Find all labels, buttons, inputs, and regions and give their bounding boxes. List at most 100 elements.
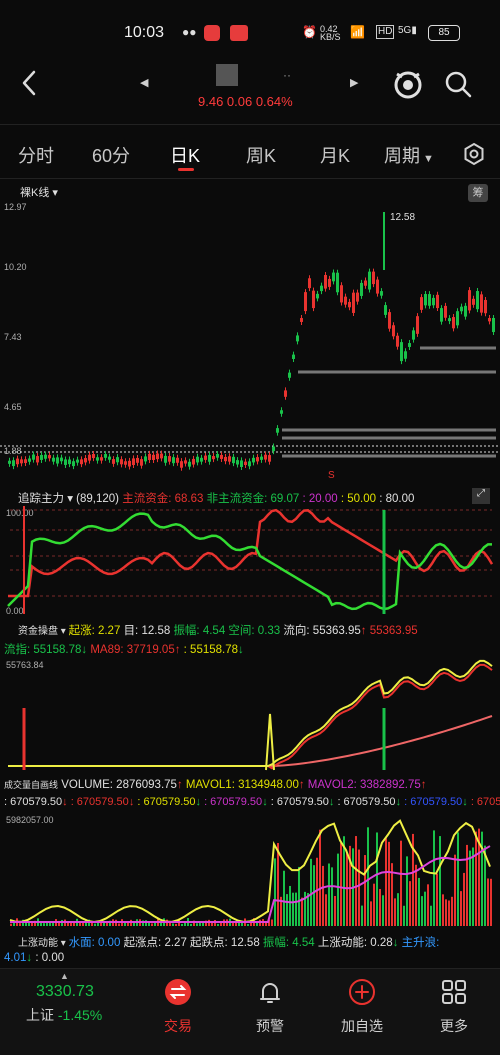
- volume-bar: [94, 923, 96, 926]
- tab-daily[interactable]: 日K: [170, 142, 200, 168]
- candle-body: [104, 454, 107, 458]
- volume-bar: [319, 829, 321, 926]
- owl-icon[interactable]: [392, 68, 424, 100]
- candle-body: [212, 456, 215, 460]
- index-pct: -1.45%: [57, 1007, 103, 1023]
- volume-bar: [247, 923, 249, 926]
- candle-body: [20, 459, 23, 464]
- more-button[interactable]: 更多: [424, 977, 484, 1036]
- ind1-chart[interactable]: [0, 506, 500, 618]
- candle-body: [468, 290, 471, 311]
- candle-body: [360, 282, 363, 296]
- candle-body: [148, 453, 151, 460]
- volume-bar: [340, 842, 342, 926]
- ind2-flow-line: [8, 663, 493, 770]
- candle-body: [8, 460, 11, 464]
- volume-bar: [325, 894, 327, 926]
- candle-body: [28, 458, 31, 462]
- candle-body: [56, 457, 59, 464]
- index-name-line[interactable]: 上证 -1.45%: [26, 1005, 102, 1025]
- alarm-icon: ⏰: [302, 25, 317, 39]
- add-watchlist-button[interactable]: 加自选: [332, 977, 392, 1036]
- back-arrow-icon[interactable]: [16, 68, 46, 98]
- volume-bar: [154, 922, 156, 926]
- ind3-v4: : 670579.50: [204, 796, 263, 808]
- alert-button[interactable]: 预警: [240, 977, 300, 1036]
- ind2-flow2: 55363.95: [369, 625, 418, 637]
- volume-bar: [442, 894, 444, 926]
- ind3-line1: 成交量自画线 VOLUME: 2876093.75↑ MAVOL1: 31349…: [4, 779, 427, 791]
- volume-bar: [457, 832, 459, 926]
- candle-body: [116, 457, 119, 463]
- candle-body: [412, 330, 415, 340]
- kline-mode-label[interactable]: 裸K线 ▾: [20, 184, 58, 200]
- tab-monthly[interactable]: 月K: [320, 142, 350, 168]
- add-watchlist-label: 加自选: [341, 1018, 383, 1034]
- volume-bar: [124, 922, 126, 926]
- candle-body: [472, 298, 475, 305]
- ind2-ma89: MA89: 37719.05: [90, 644, 175, 656]
- tab-weekly[interactable]: 周K: [246, 142, 276, 168]
- index-value[interactable]: 3330.73: [36, 983, 94, 1001]
- volume-bar: [67, 922, 69, 926]
- candle-body: [416, 316, 419, 334]
- volume-bar: [430, 905, 432, 926]
- candle-body: [240, 460, 243, 468]
- candle-body: [284, 390, 287, 397]
- volume-bar: [184, 922, 186, 926]
- ind1-v3: : 80.00: [379, 493, 415, 505]
- volume-bar: [328, 863, 330, 926]
- candle-body: [388, 312, 391, 329]
- search-icon[interactable]: [444, 70, 472, 98]
- trade-button[interactable]: 交易: [148, 977, 208, 1036]
- candle-body: [408, 343, 411, 347]
- ind3-v6: : 670579.50: [337, 796, 396, 808]
- volume-bar: [292, 892, 294, 926]
- app2-icon: [230, 25, 248, 41]
- volume-bar: [310, 858, 312, 926]
- prev-stock-icon[interactable]: ◀: [140, 76, 148, 89]
- ind3-v3: : 670579.50: [137, 796, 196, 808]
- settings-icon[interactable]: [462, 142, 486, 166]
- stock-subtitle: ··: [283, 68, 291, 82]
- candle-body: [460, 306, 463, 312]
- volume-bar: [370, 901, 372, 926]
- candle-body: [76, 459, 79, 463]
- tab-60min[interactable]: 60分: [92, 142, 130, 168]
- candle-body: [448, 318, 451, 322]
- candle-body: [444, 305, 447, 318]
- volume-bar: [454, 854, 456, 926]
- ind3-chart[interactable]: [0, 814, 500, 930]
- ind2-chart[interactable]: [0, 658, 500, 774]
- ind4-line1: 上涨动能 ▾ 水面: 0.00 起涨点: 2.27 起跌点: 12.58 振幅:…: [18, 937, 440, 949]
- expand-icon[interactable]: ⤢: [472, 488, 490, 504]
- candle-body: [84, 458, 87, 463]
- candle-body: [328, 278, 331, 287]
- tab-period[interactable]: 周期 ▼: [384, 142, 434, 168]
- candle-body: [132, 458, 135, 466]
- candle-body: [48, 455, 51, 459]
- ind4-water: 水面: 0.00: [68, 937, 121, 949]
- candle-body: [376, 279, 379, 294]
- ind4-name: 上涨动能: [18, 938, 58, 949]
- volume-bar: [298, 866, 300, 926]
- candle-body: [292, 354, 295, 359]
- candle-body: [260, 456, 263, 460]
- volume-bar: [436, 873, 438, 926]
- caret-up-icon: ▲: [60, 971, 69, 981]
- candle-body: [280, 410, 283, 414]
- tab-intraday[interactable]: 分时: [18, 142, 54, 168]
- hd-icon: HD: [376, 25, 395, 39]
- volume-bar: [373, 883, 375, 926]
- candle-body: [276, 428, 279, 433]
- kline-mode-text: 裸K线: [20, 187, 50, 199]
- candle-body: [432, 297, 435, 306]
- ind1-v1: : 20.00: [302, 493, 338, 505]
- candle-body: [64, 459, 67, 465]
- volume-bar: [400, 840, 402, 926]
- candle-body: [128, 460, 131, 467]
- kline-chart[interactable]: [0, 200, 500, 482]
- candle-body: [224, 456, 227, 462]
- next-stock-icon[interactable]: ▶: [350, 76, 358, 89]
- volume-bar: [358, 849, 360, 926]
